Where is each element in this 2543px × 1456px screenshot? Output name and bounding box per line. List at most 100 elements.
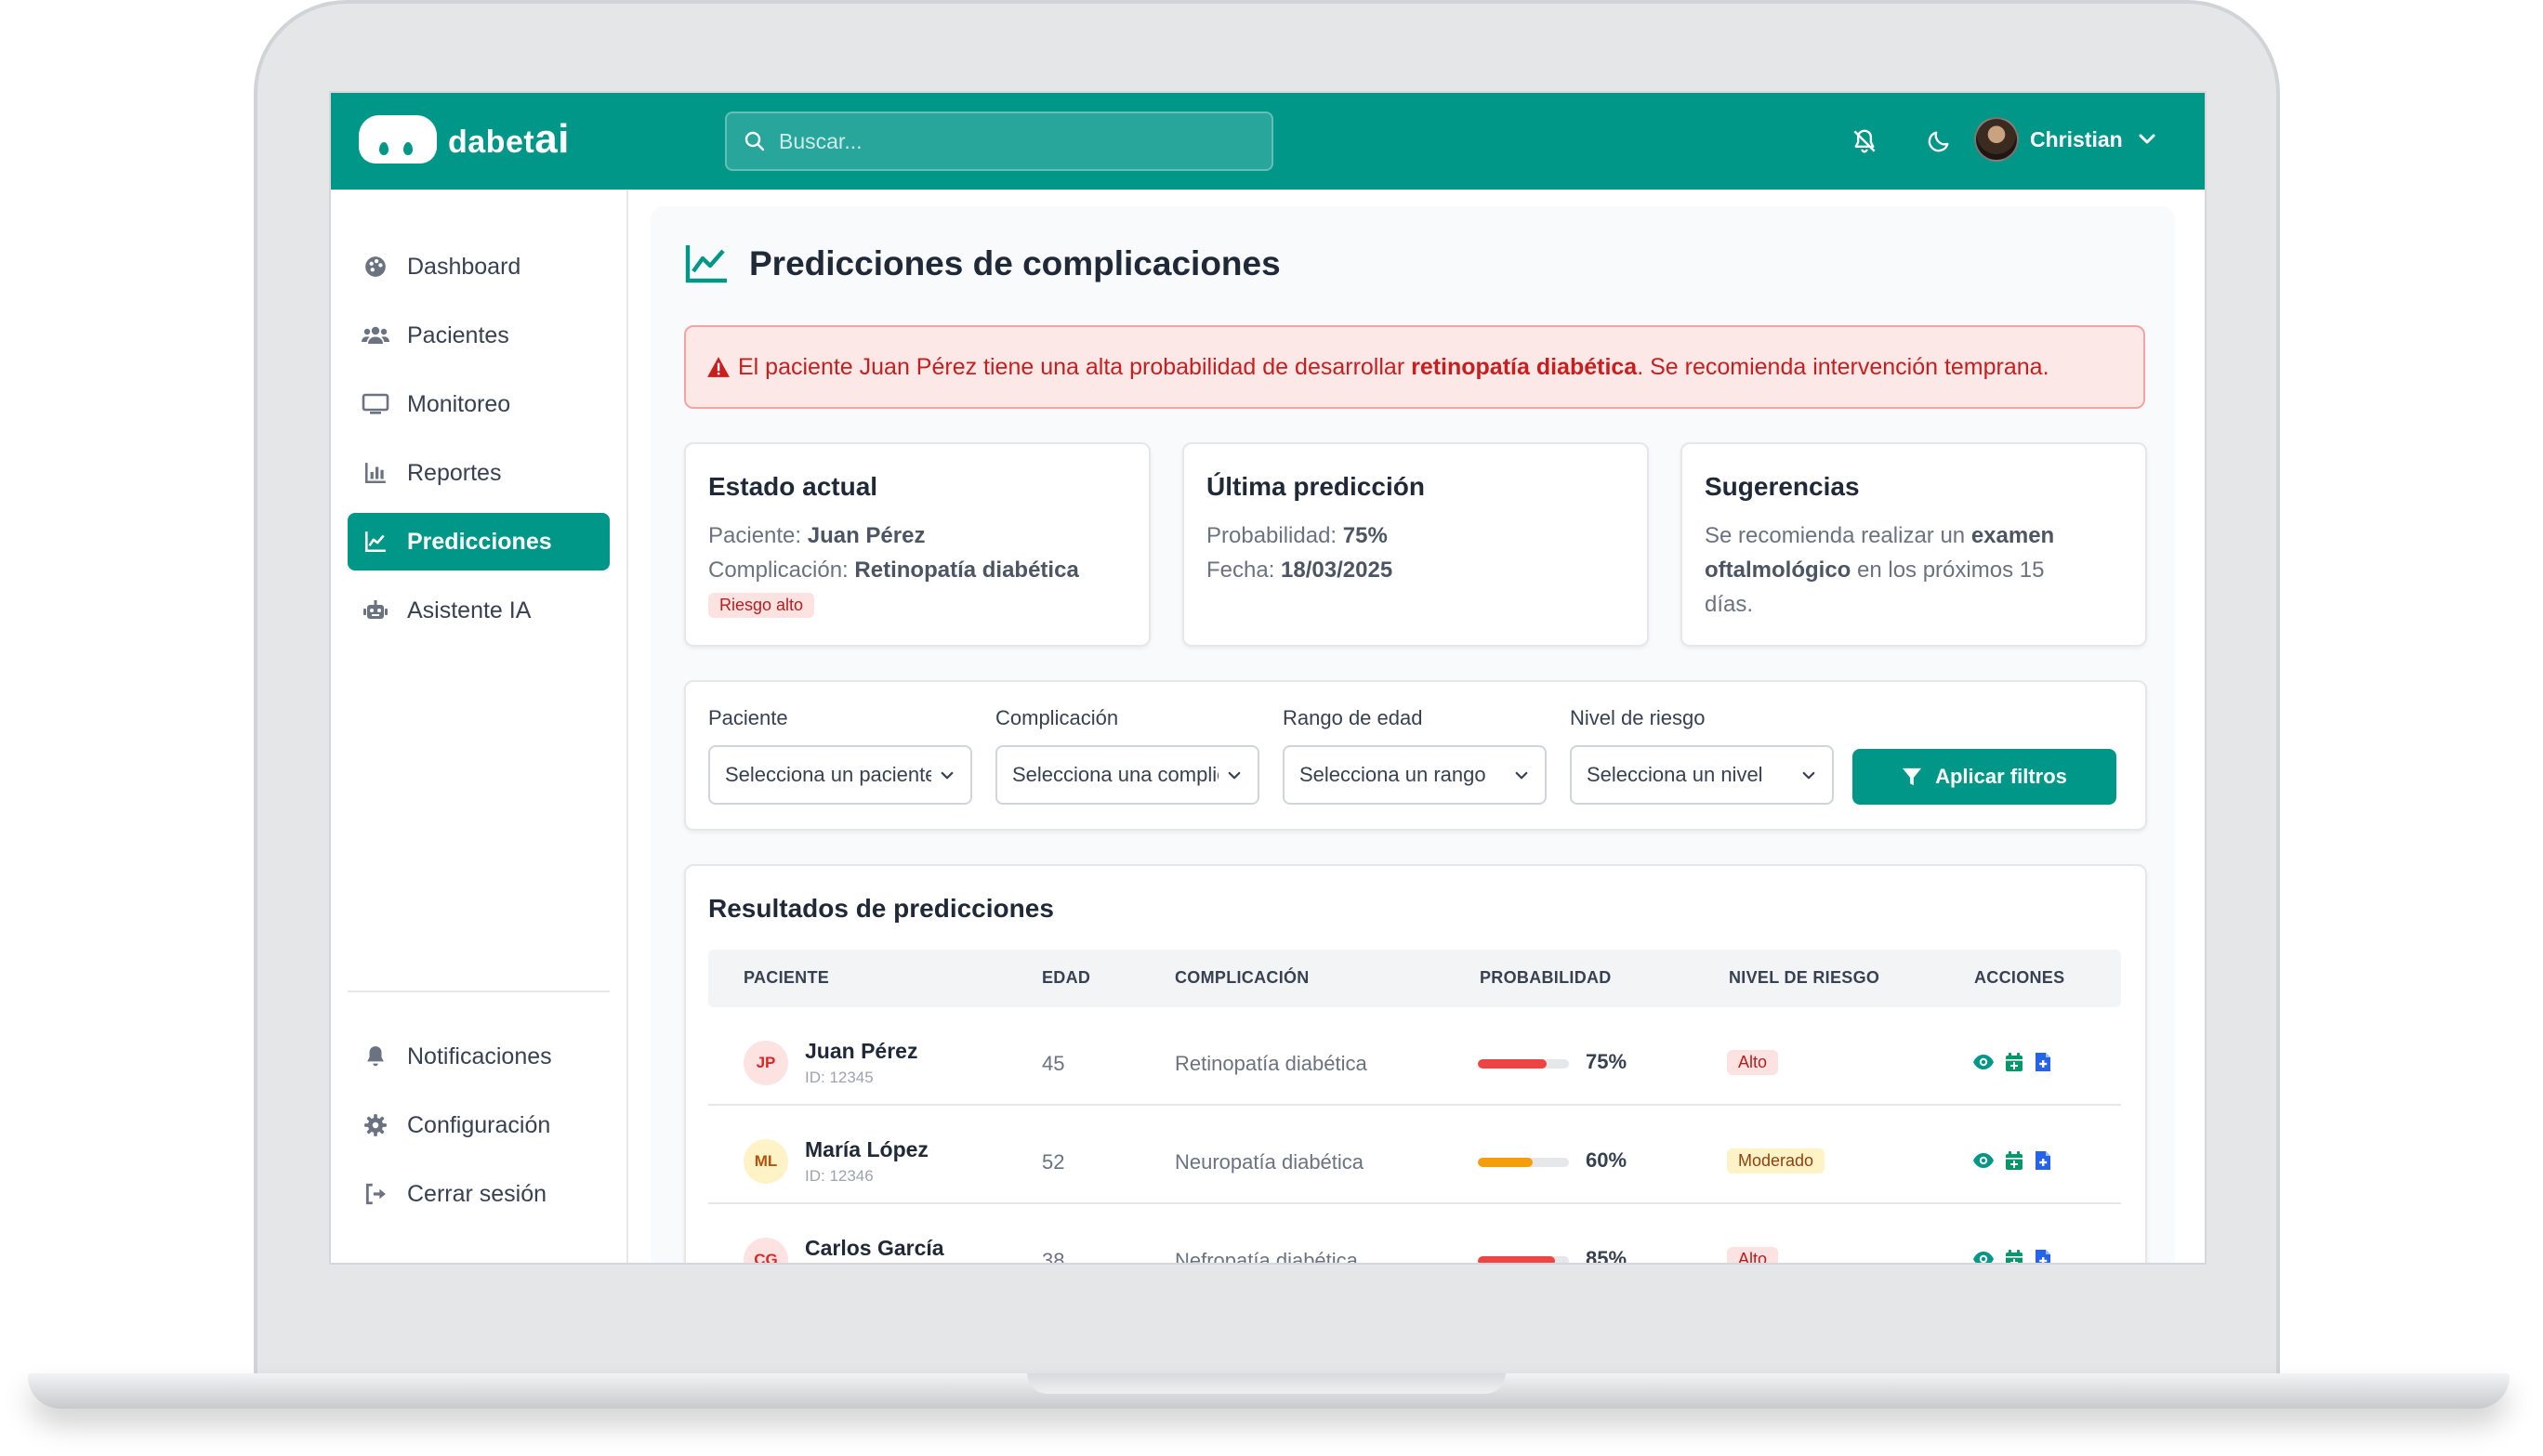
file-medical-icon[interactable] — [2034, 1052, 2052, 1072]
view-eye-icon[interactable] — [1972, 1150, 1995, 1171]
file-medical-icon[interactable] — [2034, 1249, 2052, 1265]
age-range-select[interactable]: Selecciona un rango — [1283, 745, 1547, 805]
content-panel: Predicciones de complicaciones El pacien… — [651, 206, 2175, 1265]
complication-select[interactable]: Selecciona una complicación — [995, 745, 1259, 805]
avatar: JP — [744, 1041, 788, 1085]
row-actions — [1972, 1249, 2052, 1265]
suggestion-line-3: días. — [1705, 592, 1754, 617]
select-value: Selecciona un nivel — [1587, 763, 1763, 786]
sidebar-item-asistente[interactable]: Asistente IA — [348, 582, 610, 639]
chevron-down-icon — [1228, 771, 1241, 780]
column-header: EDAD — [1042, 968, 1091, 987]
table-row[interactable]: ML María López ID: 12346 52 Neuropatía diabé… — [708, 1106, 2121, 1204]
alert-text: El paciente Juan Pérez tiene una alta pr… — [738, 353, 2049, 380]
sidebar-item-label: Dashboard — [407, 253, 521, 280]
patient-age: 52 — [1042, 1150, 1065, 1174]
sidebar-item-notificaciones[interactable]: Notificaciones — [348, 1028, 610, 1085]
sidebar-item-label: Pacientes — [407, 321, 509, 348]
chevron-down-icon — [1515, 771, 1528, 780]
probability-value: 85% — [1586, 1247, 1627, 1265]
view-eye-icon[interactable] — [1972, 1249, 1995, 1265]
bell-slash-icon — [1853, 129, 1876, 153]
sidebar-item-dashboard[interactable]: Dashboard — [348, 238, 610, 295]
sidebar-divider — [348, 990, 610, 992]
row-actions — [1972, 1052, 2052, 1072]
patient-age: 38 — [1042, 1249, 1065, 1265]
chevron-down-icon — [941, 771, 954, 780]
status-badge: Riesgo alto — [708, 593, 815, 618]
risk-badge: Alto — [1727, 1050, 1779, 1075]
apply-filters-button[interactable]: Aplicar filtros — [1852, 749, 2116, 805]
laptop-notch — [1027, 1373, 1506, 1394]
search-input[interactable] — [779, 128, 1244, 154]
sidebar-item-label: Reportes — [407, 459, 502, 486]
calendar-plus-icon[interactable] — [2004, 1052, 2024, 1072]
select-value: Selecciona una complicación — [1012, 763, 1219, 786]
sidebar-item-label: Asistente IA — [407, 597, 532, 623]
calendar-plus-icon[interactable] — [2004, 1249, 2024, 1265]
patient-id: ID: 12346 — [805, 1167, 874, 1185]
risk-level-select[interactable]: Selecciona un nivel — [1570, 745, 1834, 805]
patient-age: 45 — [1042, 1052, 1065, 1075]
sidebar-item-reportes[interactable]: Reportes — [348, 444, 610, 502]
table-row[interactable]: JP Juan Pérez ID: 12345 45 Retinopatía diabé… — [708, 1007, 2121, 1106]
sidebar-item-label: Cerrar sesión — [407, 1180, 547, 1207]
patient-name[interactable]: Juan Pérez — [805, 1039, 917, 1064]
table-header: PACIENTE EDAD COMPLICACIÓN PROBABILIDAD … — [708, 950, 2121, 1007]
user-menu[interactable]: Christian — [1974, 117, 2158, 162]
patient-name[interactable]: Carlos García — [805, 1236, 944, 1261]
avatar — [1974, 117, 2019, 162]
sidebar-item-label: Notificaciones — [407, 1043, 552, 1069]
patient-id: ID: 12345 — [805, 1069, 874, 1086]
sidebar-item-pacientes[interactable]: Pacientes — [348, 307, 610, 364]
select-value: Selecciona un rango — [1299, 763, 1486, 786]
column-header: NIVEL DE RIESGO — [1729, 968, 1880, 987]
sidebar: Dashboard Pacientes Monitoreo Reportes P… — [331, 190, 628, 1263]
dark-mode-toggle[interactable] — [1918, 121, 1959, 162]
sugerencias-card: Sugerencias Se recomienda realizar un ex… — [1680, 442, 2147, 647]
moon-icon — [1928, 131, 1949, 152]
probability-value: 75% — [1586, 1050, 1627, 1073]
bell-icon — [359, 1040, 392, 1073]
column-header: COMPLICACIÓN — [1175, 968, 1310, 987]
search-box — [725, 111, 1273, 171]
brand-name: dabetai — [448, 116, 570, 162]
suggestion-line-1: Se recomienda realizar un examen — [1705, 523, 2055, 548]
patient-name[interactable]: María López — [805, 1137, 929, 1162]
gear-icon — [359, 1108, 392, 1142]
avatar: ML — [744, 1139, 788, 1184]
probability-bar — [1478, 1158, 1569, 1167]
column-header: ACCIONES — [1974, 968, 2065, 987]
button-label: Aplicar filtros — [1935, 765, 2067, 788]
sidebar-item-configuracion[interactable]: Configuración — [348, 1096, 610, 1154]
sidebar-item-cerrar-sesion[interactable]: Cerrar sesión — [348, 1165, 610, 1223]
view-eye-icon[interactable] — [1972, 1052, 1995, 1072]
calendar-plus-icon[interactable] — [2004, 1150, 2024, 1171]
card-title: Sugerencias — [1705, 472, 1860, 501]
complication-name: Retinopatía diabética — [1175, 1052, 1367, 1075]
app-screen: dabetai Christian Dashboard Pacientes — [329, 91, 2207, 1265]
notification-bell-button[interactable] — [1844, 121, 1885, 162]
filter-icon — [1903, 767, 1922, 786]
date-line: Fecha: 18/03/2025 — [1206, 557, 1393, 583]
table-row[interactable]: CGCarlos GarcíaID: 1234738Nefropatía dia… — [708, 1204, 2121, 1265]
warning-icon — [707, 357, 730, 377]
palette-icon — [359, 250, 392, 283]
complication-name: Nefropatía diabética — [1175, 1249, 1358, 1265]
chevron-down-icon — [2139, 134, 2155, 144]
search-icon — [744, 131, 765, 151]
patient-select[interactable]: Selecciona un paciente — [708, 745, 972, 805]
card-title: Estado actual — [708, 472, 878, 501]
top-bar: dabetai Christian — [331, 93, 2205, 190]
patient-line: Paciente: Juan Pérez — [708, 523, 926, 548]
sidebar-item-predicciones[interactable]: Predicciones — [348, 513, 610, 571]
risk-alert: El paciente Juan Pérez tiene una alta pr… — [684, 325, 2145, 409]
probability-bar-fill — [1478, 1256, 1556, 1263]
brand-logo[interactable]: dabetai — [359, 115, 570, 164]
estado-actual-card: Estado actual Paciente: Juan Pérez Compl… — [684, 442, 1151, 647]
ultima-prediccion-card: Última predicción Probabilidad: 75% Fech… — [1182, 442, 1649, 647]
sidebar-item-monitoreo[interactable]: Monitoreo — [348, 375, 610, 433]
risk-badge: Alto — [1727, 1247, 1779, 1263]
suggestion-line-2: oftalmológico en los próximos 15 — [1705, 557, 2045, 583]
file-medical-icon[interactable] — [2034, 1150, 2052, 1171]
